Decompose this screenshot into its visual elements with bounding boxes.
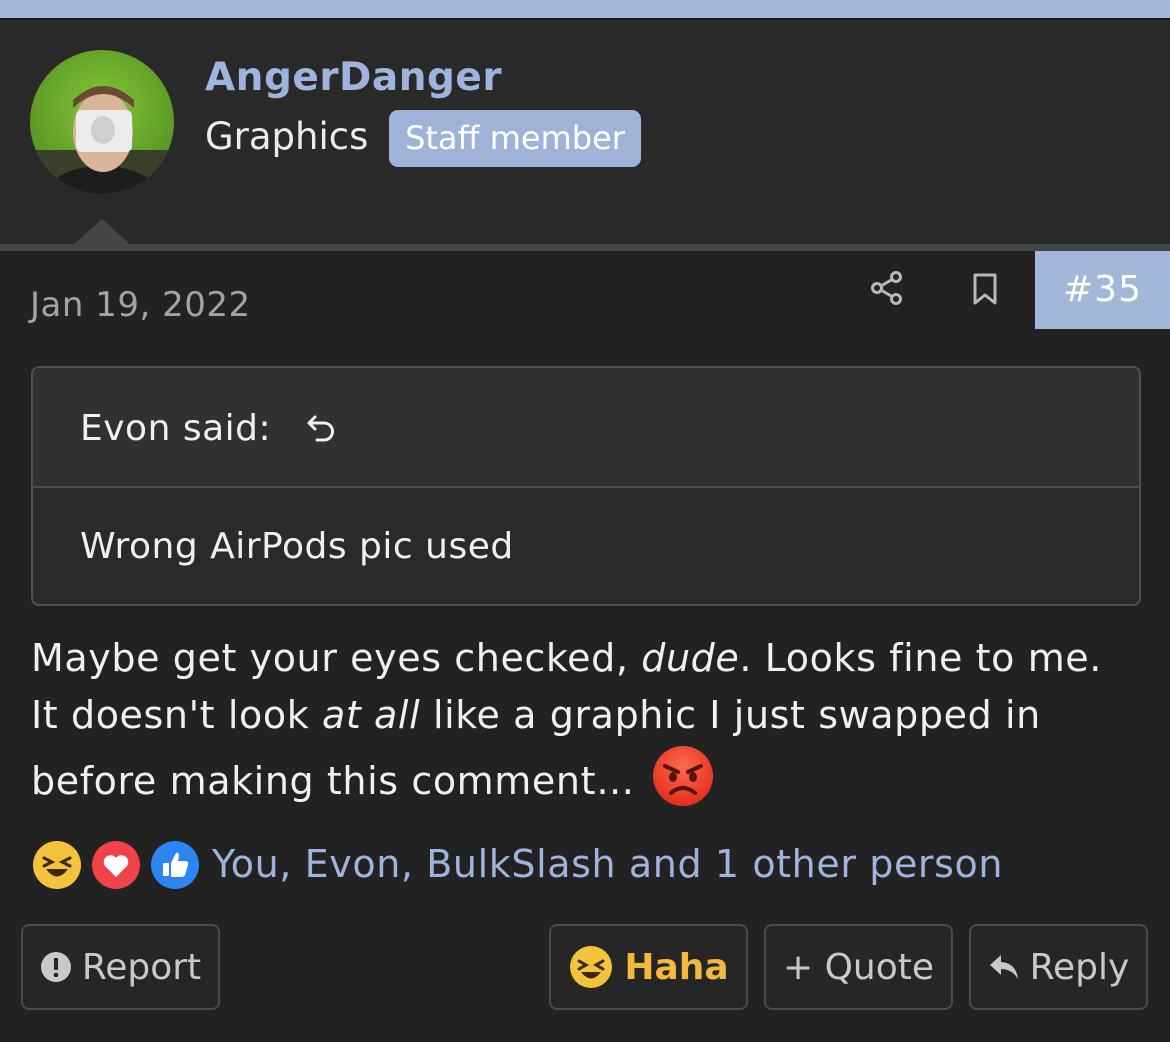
post-date[interactable]: Jan 19, 2022 bbox=[30, 285, 251, 325]
angry-face-icon bbox=[652, 746, 713, 806]
haha-icon bbox=[570, 946, 613, 988]
reply-button[interactable]: Reply bbox=[969, 924, 1148, 1010]
post-body-italic: at all bbox=[321, 693, 421, 737]
haha-icon[interactable] bbox=[28, 836, 86, 894]
username[interactable]: AngerDanger bbox=[205, 55, 502, 100]
user-title: Graphics bbox=[205, 115, 369, 158]
quote-text: Wrong AirPods pic used bbox=[80, 526, 514, 567]
user-avatar-photo-icon bbox=[30, 50, 174, 194]
post-body: Maybe get your eyes checked, dude. Looks… bbox=[31, 630, 1131, 810]
exclamation-circle-icon bbox=[40, 952, 71, 982]
reply-label: Reply bbox=[1029, 946, 1130, 988]
header-divider bbox=[0, 244, 1170, 251]
quote-box: Evon said: Wrong AirPods pic used bbox=[31, 366, 1141, 606]
like-icon[interactable] bbox=[146, 836, 204, 894]
undo-arrow-icon[interactable] bbox=[305, 412, 339, 446]
top-accent-strip bbox=[0, 0, 1170, 18]
quote-header: Evon said: bbox=[33, 368, 1139, 488]
post-body-text: Maybe get your eyes checked, bbox=[31, 636, 642, 680]
post-number-link[interactable]: #35 bbox=[1035, 251, 1170, 329]
reaction-people-link[interactable]: You, Evon, BulkSlash and 1 other person bbox=[212, 842, 1003, 886]
post-body-italic: dude bbox=[641, 636, 740, 680]
love-icon[interactable] bbox=[87, 836, 145, 894]
avatar[interactable] bbox=[30, 50, 174, 194]
reply-arrow-icon bbox=[989, 955, 1018, 979]
haha-label: Haha bbox=[624, 946, 729, 988]
header-pointer-arrow bbox=[73, 219, 131, 245]
quote-button[interactable]: + Quote bbox=[764, 924, 953, 1010]
staff-badge: Staff member bbox=[389, 110, 641, 167]
bookmark-icon[interactable] bbox=[970, 272, 1000, 306]
quote-label: + Quote bbox=[782, 946, 935, 988]
haha-react-button[interactable]: Haha bbox=[549, 924, 748, 1010]
report-button[interactable]: Report bbox=[21, 924, 220, 1010]
report-label: Report bbox=[81, 946, 202, 988]
share-icon[interactable] bbox=[870, 270, 904, 306]
quote-author[interactable]: Evon said: bbox=[80, 408, 271, 449]
